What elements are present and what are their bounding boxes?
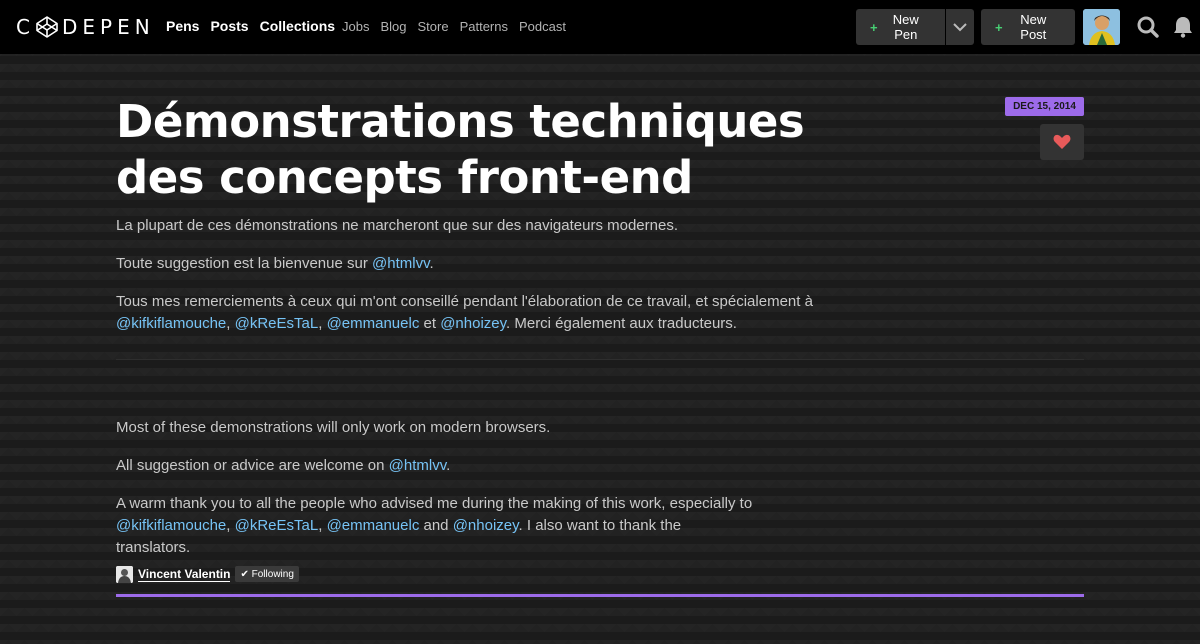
text: , [318,517,327,534]
post-date-badge: DEC 15, 2014 [1005,97,1084,116]
text: A warm thank you to all the people who a… [116,495,753,512]
new-post-label: New Post [1020,12,1047,42]
text: and [419,517,453,534]
new-pen-button-group: + New Pen [856,9,974,45]
post-paragraph-en-3: A warm thank you to all the people who a… [116,493,756,559]
text: Toute suggestion est la bienvenue sur [116,255,373,272]
nav-link-patterns[interactable]: Patterns [460,19,508,34]
author-avatar[interactable] [116,565,133,583]
post-paragraph-en-2: All suggestion or advice are welcome on … [116,455,816,477]
notifications-bell-icon[interactable] [1171,15,1195,39]
mention-link-emmanuelc[interactable]: @emmanuelc [327,315,420,332]
nav-link-collections[interactable]: Collections [260,18,335,34]
logo-wordmark: DEPEN [61,15,155,39]
text: . Merci également aux traducteurs. [506,315,737,332]
logo-letter-c: C [16,15,35,39]
heart-icon [1053,134,1071,149]
text: All suggestion or advice are welcome on [116,457,389,474]
text: Tous mes remerciements à ceux qui m'ont … [116,293,813,310]
nav-link-posts[interactable]: Posts [210,18,248,34]
text: . [446,457,451,474]
new-pen-label: New Pen [892,12,919,42]
new-pen-dropdown-button[interactable] [946,9,974,45]
following-button[interactable]: ✔ Following [235,566,299,582]
mention-link-nhoizey[interactable]: @nhoizey [453,517,519,534]
post-paragraph-fr-2: Toute suggestion est la bienvenue sur @h… [116,253,816,275]
post-paragraph-fr-1: La plupart de ces démonstrations ne marc… [116,217,678,234]
nav-link-podcast[interactable]: Podcast [519,19,566,34]
nav-link-blog[interactable]: Blog [380,19,406,34]
codepen-cube-icon [36,16,58,38]
mention-link-emmanuelc[interactable]: @emmanuelc [327,517,420,534]
nav-link-pens[interactable]: Pens [166,18,199,34]
nav-link-store[interactable]: Store [418,19,449,34]
top-navigation-bar: C DEPEN Pens Posts Collections Jobs Blog… [0,0,1200,54]
mention-link-kifkiflamouche[interactable]: @kifkiflamouche [116,517,226,534]
mention-link-htmlvv[interactable]: @htmlvv [389,457,446,474]
plus-icon: + [870,19,878,35]
chevron-down-icon [953,23,967,32]
text: , [226,517,235,534]
post-paragraph-en-1: Most of these demonstrations will only w… [116,419,551,436]
author-row: Vincent Valentin ✔ Following [116,565,299,583]
search-icon[interactable] [1137,16,1159,38]
author-avatar-image [116,565,133,583]
mention-link-kreestal[interactable]: @kReEsTaL [235,517,319,534]
post-footer-rule [116,594,1084,597]
mention-link-htmlvv[interactable]: @htmlvv [372,255,429,272]
text: , [318,315,327,332]
mention-link-kifkiflamouche[interactable]: @kifkiflamouche [116,315,226,332]
codepen-logo[interactable]: C DEPEN [16,15,155,39]
primary-nav: Pens Posts Collections [166,18,335,34]
mention-link-kreestal[interactable]: @kReEsTaL [235,315,319,332]
avatar-image [1083,9,1120,45]
new-post-button[interactable]: + New Post [981,9,1075,45]
text: . [429,255,434,272]
like-button[interactable] [1040,124,1084,160]
post-paragraph-fr-3: Tous mes remerciements à ceux qui m'ont … [116,291,816,335]
mention-link-nhoizey[interactable]: @nhoizey [440,315,506,332]
nav-link-jobs[interactable]: Jobs [342,19,369,34]
user-avatar[interactable] [1083,9,1120,45]
secondary-nav: Jobs Blog Store Patterns Podcast [342,19,566,34]
post-title: Démonstrations techniques des concepts f… [116,95,805,204]
new-pen-button[interactable]: + New Pen [856,9,945,45]
section-divider [116,359,1084,360]
text: et [419,315,441,332]
plus-icon: + [995,19,1003,35]
author-name-link[interactable]: Vincent Valentin [138,567,231,582]
text: , [226,315,235,332]
